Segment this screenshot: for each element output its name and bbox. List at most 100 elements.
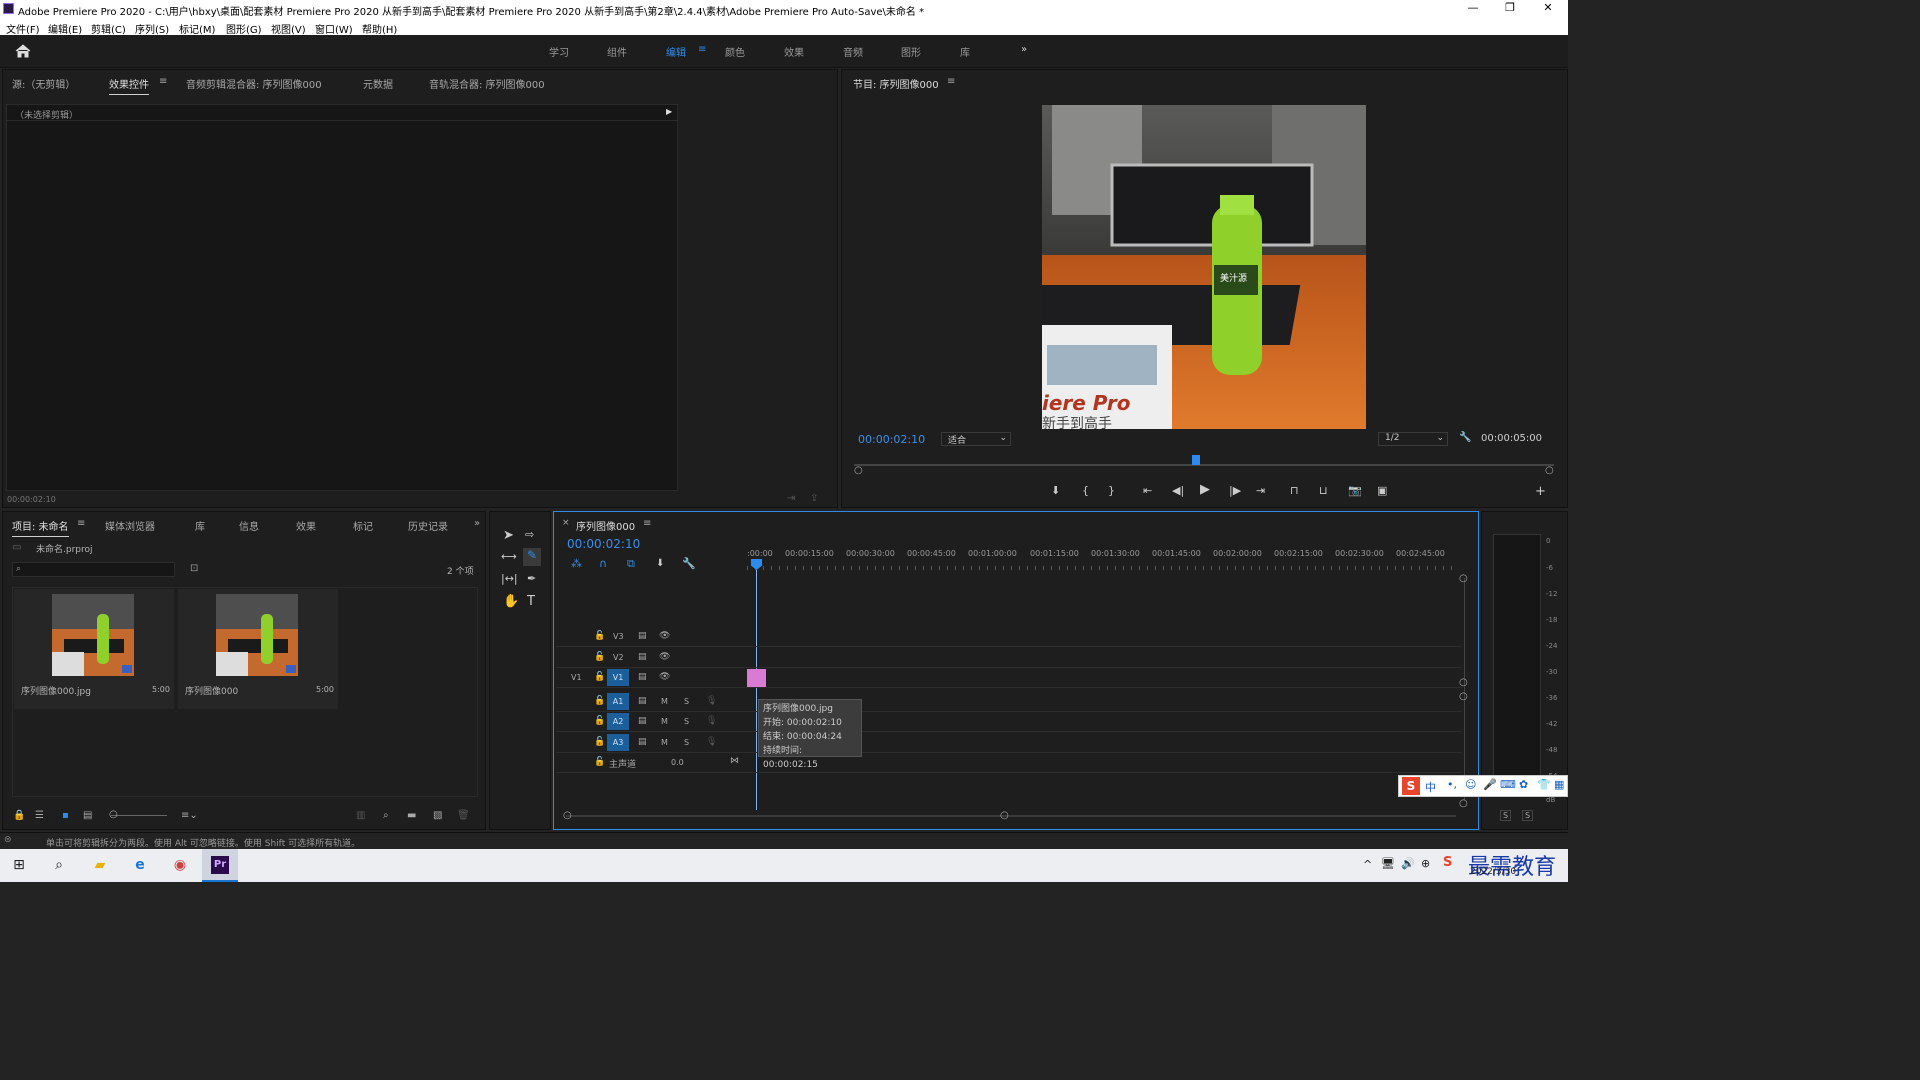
lock-track-icon[interactable]: 🔓 bbox=[594, 716, 605, 726]
voice-icon[interactable]: 🎤 bbox=[1483, 778, 1497, 791]
menu-view[interactable]: 视图(V) bbox=[271, 21, 306, 36]
keyboard-icon[interactable]: ⌨ bbox=[1500, 778, 1516, 791]
punctuation-icon[interactable]: •, bbox=[1447, 778, 1457, 791]
fit-select[interactable]: 适合 ⌄ bbox=[941, 432, 1011, 446]
project-search-input[interactable]: ⌕ bbox=[12, 562, 175, 577]
skin-icon[interactable]: ✿ bbox=[1519, 778, 1528, 791]
home-icon[interactable] bbox=[15, 44, 31, 58]
mute-button[interactable]: M bbox=[661, 697, 668, 706]
tab-effects[interactable]: 效果 bbox=[296, 518, 316, 533]
more-tabs-icon[interactable]: » bbox=[474, 518, 480, 529]
mark-in-icon[interactable]: { bbox=[1082, 484, 1089, 497]
mark-out-icon[interactable]: } bbox=[1108, 484, 1115, 497]
razor-tool-icon[interactable]: ✎ bbox=[523, 548, 541, 566]
nest-icon[interactable]: ⁂ bbox=[571, 557, 582, 570]
new-bin-icon[interactable]: ▬ bbox=[407, 810, 416, 821]
zoom-start-handle[interactable]: ○ bbox=[854, 465, 863, 476]
lock-track-icon[interactable]: 🔓 bbox=[594, 652, 605, 662]
project-item[interactable]: 序列图像000 5:00 bbox=[178, 589, 338, 709]
edge-browser-icon[interactable]: e bbox=[125, 851, 155, 879]
lock-track-icon[interactable]: 🔓 bbox=[594, 672, 605, 682]
workspace-color[interactable]: 颜色 bbox=[725, 44, 745, 59]
mute-button[interactable]: M bbox=[661, 738, 668, 747]
recorder-app-icon[interactable]: ◉ bbox=[165, 851, 195, 879]
sequence-menu-icon[interactable]: ≡ bbox=[643, 518, 651, 529]
track-a2[interactable]: 🔓 A2 ▤ M S 🎙 bbox=[556, 712, 1462, 732]
menu-file[interactable]: 文件(F) bbox=[6, 21, 40, 36]
menu-graphics[interactable]: 图形(G) bbox=[226, 21, 262, 36]
filter-icon[interactable]: ⇥ bbox=[787, 493, 795, 504]
scroll-handle-right[interactable]: ○ bbox=[1000, 810, 1009, 821]
menu-sequence[interactable]: 序列(S) bbox=[135, 21, 169, 36]
scroll-handle-left[interactable]: ○ bbox=[563, 810, 572, 821]
workspace-editing[interactable]: 编辑 bbox=[666, 44, 686, 59]
microphone-icon[interactable]: 🎙 bbox=[706, 696, 717, 706]
sync-lock-icon[interactable]: ▤ bbox=[638, 631, 647, 641]
timeline-settings-icon[interactable]: 🔧 bbox=[682, 557, 696, 570]
list-view-icon[interactable]: ☰ bbox=[35, 810, 44, 821]
linked-selection-icon[interactable]: ⧉ bbox=[627, 557, 635, 571]
vscroll-handle[interactable]: ○ bbox=[1459, 691, 1468, 702]
ime-toolbar[interactable]: S 中 •, ☺ 🎤 ⌨ ✿ 👕 ▦ bbox=[1398, 775, 1568, 797]
add-marker-icon[interactable]: ⬇ bbox=[656, 558, 664, 569]
compare-icon[interactable]: ▣ bbox=[1377, 484, 1387, 497]
sogou-tray-icon[interactable]: S bbox=[1443, 855, 1452, 870]
menu-clip[interactable]: 剪辑(C) bbox=[91, 21, 126, 36]
zoom-slider[interactable] bbox=[111, 815, 167, 816]
timeline-clip[interactable] bbox=[747, 669, 766, 687]
lock-track-icon[interactable]: 🔓 bbox=[594, 696, 605, 706]
type-tool-icon[interactable]: T bbox=[527, 594, 535, 609]
menu-edit[interactable]: 编辑(E) bbox=[48, 21, 82, 36]
tab-audio-clip-mixer[interactable]: 音频剪辑混合器: 序列图像000 bbox=[186, 76, 322, 91]
track-v2[interactable]: 🔓 V2 ▤ 👁 bbox=[556, 648, 1462, 668]
eye-icon[interactable]: 👁 bbox=[659, 672, 670, 682]
more-workspaces-icon[interactable]: » bbox=[1021, 44, 1027, 55]
show-hidden-icons[interactable]: ^ bbox=[1363, 858, 1372, 871]
tab-source[interactable]: 源:（无剪辑） bbox=[12, 76, 75, 91]
sequence-tab[interactable]: 序列图像000 bbox=[576, 518, 635, 533]
clear-icon[interactable]: 🗑 bbox=[457, 810, 470, 821]
freeform-view-icon[interactable]: ▤ bbox=[83, 810, 92, 821]
close-button[interactable]: ✕ bbox=[1533, 1, 1563, 17]
workspace-menu-icon[interactable]: ≡ bbox=[698, 44, 706, 55]
workspace-effects[interactable]: 效果 bbox=[784, 44, 804, 59]
tab-media-browser[interactable]: 媒体浏览器 bbox=[105, 518, 155, 533]
track-v3[interactable]: 🔓 V3 ▤ 👁 bbox=[556, 627, 1462, 647]
workspace-graphics[interactable]: 图形 bbox=[901, 44, 921, 59]
solo-button[interactable]: S bbox=[684, 738, 689, 747]
slip-tool-icon[interactable]: |↔| bbox=[501, 572, 518, 585]
tab-project[interactable]: 项目: 未命名 bbox=[12, 518, 69, 537]
program-playhead[interactable] bbox=[1192, 455, 1200, 465]
language-icon[interactable]: ⊕ bbox=[1421, 857, 1430, 870]
add-marker-icon[interactable]: ⬇ bbox=[1051, 484, 1060, 497]
step-forward-icon[interactable]: |▶ bbox=[1229, 484, 1241, 497]
vscroll-handle[interactable]: ○ bbox=[1459, 798, 1468, 809]
go-to-end-icon[interactable]: ⋈ bbox=[730, 756, 739, 766]
selection-tool-icon[interactable]: ➤ bbox=[503, 528, 514, 543]
track-target-a3[interactable]: A3 bbox=[607, 734, 629, 751]
icon-view-icon[interactable]: ▪ bbox=[62, 810, 69, 821]
eye-icon[interactable]: 👁 bbox=[659, 631, 670, 641]
shirt-icon[interactable]: 👕 bbox=[1537, 778, 1551, 791]
workspace-audio[interactable]: 音频 bbox=[843, 44, 863, 59]
network-icon[interactable]: 🖥 bbox=[1381, 857, 1395, 870]
sync-lock-icon[interactable]: ▤ bbox=[638, 672, 647, 682]
microphone-icon[interactable]: 🎙 bbox=[706, 716, 717, 726]
meter-solo-left[interactable]: S bbox=[1500, 810, 1512, 821]
track-target-a1[interactable]: A1 bbox=[607, 693, 629, 710]
snap-icon[interactable]: ∩ bbox=[599, 557, 607, 570]
zoom-slider-handle[interactable]: ○ bbox=[109, 809, 118, 820]
new-item-icon[interactable]: ▧ bbox=[433, 810, 442, 821]
minimize-button[interactable]: — bbox=[1458, 1, 1488, 17]
sync-lock-icon[interactable]: ▤ bbox=[638, 716, 647, 726]
find-icon[interactable]: ⌕ bbox=[383, 810, 389, 821]
wrench-icon[interactable]: 🔧 bbox=[1459, 432, 1471, 443]
tab-libraries[interactable]: 库 bbox=[195, 518, 205, 533]
workspace-learn[interactable]: 学习 bbox=[549, 44, 569, 59]
lift-icon[interactable]: ⊓ bbox=[1290, 484, 1299, 497]
project-item[interactable]: 序列图像000.jpg 5:00 bbox=[14, 589, 174, 709]
microphone-icon[interactable]: 🎙 bbox=[706, 737, 717, 747]
solo-button[interactable]: S bbox=[684, 697, 689, 706]
lock-icon[interactable]: 🔒 bbox=[13, 810, 25, 821]
menu-help[interactable]: 帮助(H) bbox=[362, 21, 397, 36]
